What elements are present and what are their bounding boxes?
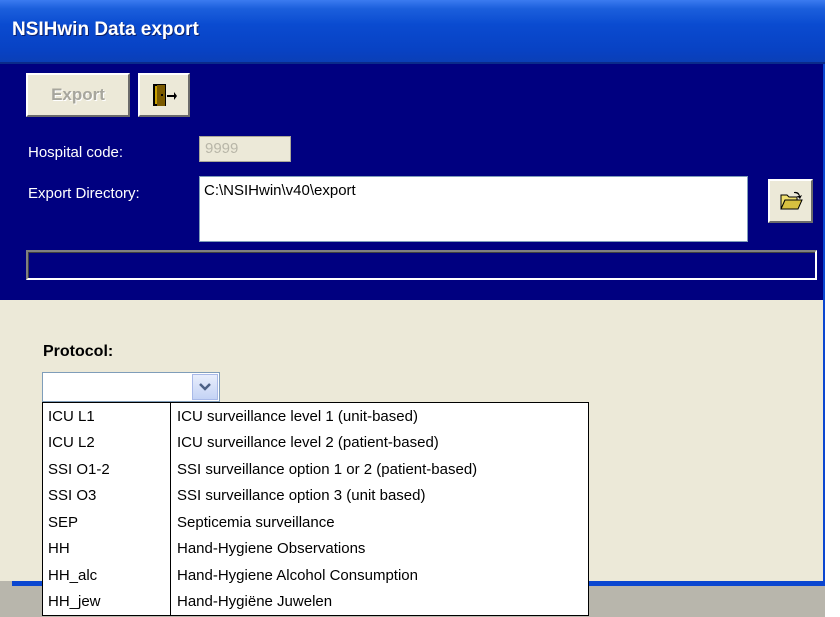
protocol-code: SEP xyxy=(43,509,171,536)
list-item[interactable]: SEP Septicemia surveillance xyxy=(43,509,588,536)
window-right-border xyxy=(823,64,825,581)
chevron-down-icon xyxy=(199,383,211,391)
list-item[interactable]: ICU L2 ICU surveillance level 2 (patient… xyxy=(43,429,588,456)
list-item[interactable]: SSI O1-2 SSI surveillance option 1 or 2 … xyxy=(43,456,588,483)
protocol-description: Septicemia surveillance xyxy=(177,513,335,531)
protocol-code: SSI O1-2 xyxy=(43,456,171,483)
exit-button[interactable] xyxy=(138,73,190,117)
protocol-description: Hand-Hygiene Alcohol Consumption xyxy=(177,566,418,584)
protocol-code: HH_jew xyxy=(43,588,171,615)
protocol-description: ICU surveillance level 1 (unit-based) xyxy=(177,407,418,425)
list-item[interactable]: HH_alc Hand-Hygiene Alcohol Consumption xyxy=(43,562,588,589)
door-exit-icon xyxy=(153,84,177,106)
protocol-description: SSI surveillance option 3 (unit based) xyxy=(177,487,426,505)
export-directory-label: Export Directory: xyxy=(28,185,140,202)
protocol-description: Hand-Hygiëne Juwelen xyxy=(177,593,333,611)
protocol-select[interactable] xyxy=(42,372,220,402)
export-button[interactable]: Export xyxy=(26,73,130,117)
protocol-code: ICU L1 xyxy=(43,403,171,430)
open-folder-icon xyxy=(779,191,803,210)
protocol-description: SSI surveillance option 1 or 2 (patient-… xyxy=(177,460,478,478)
browse-folder-button[interactable] xyxy=(768,179,813,223)
export-progress-bar xyxy=(26,250,817,280)
export-button-label: Export xyxy=(51,85,105,104)
hospital-code-label: Hospital code: xyxy=(28,144,124,161)
window-title: NSIHwin Data export xyxy=(12,19,199,40)
hospital-code-field: 9999 xyxy=(199,136,291,162)
export-window: NSIHwin Data export Export Hospital code… xyxy=(0,0,825,617)
protocol-dropdown-list: ICU L1 ICU surveillance level 1 (unit-ba… xyxy=(42,402,589,616)
protocol-code: ICU L2 xyxy=(43,429,171,456)
protocol-label: Protocol: xyxy=(43,343,114,360)
protocol-code: HH xyxy=(43,535,171,562)
dropdown-arrow-button[interactable] xyxy=(192,374,218,400)
protocol-description: ICU surveillance level 2 (patient-based) xyxy=(177,434,439,452)
protocol-description: Hand-Hygiene Observations xyxy=(177,540,366,558)
protocol-code: HH_alc xyxy=(43,562,171,589)
list-item[interactable]: HH_jew Hand-Hygiëne Juwelen xyxy=(43,588,588,615)
header-panel: Export Hospital code: 9999 Export Direct… xyxy=(0,64,825,300)
title-bar[interactable]: NSIHwin Data export xyxy=(0,0,825,64)
list-item[interactable]: HH Hand-Hygiene Observations xyxy=(43,535,588,562)
export-directory-input[interactable]: C:\NSIHwin\v40\export xyxy=(199,176,748,242)
list-item[interactable]: SSI O3 SSI surveillance option 3 (unit b… xyxy=(43,482,588,509)
protocol-code: SSI O3 xyxy=(43,482,171,509)
list-item[interactable]: ICU L1 ICU surveillance level 1 (unit-ba… xyxy=(43,403,588,430)
